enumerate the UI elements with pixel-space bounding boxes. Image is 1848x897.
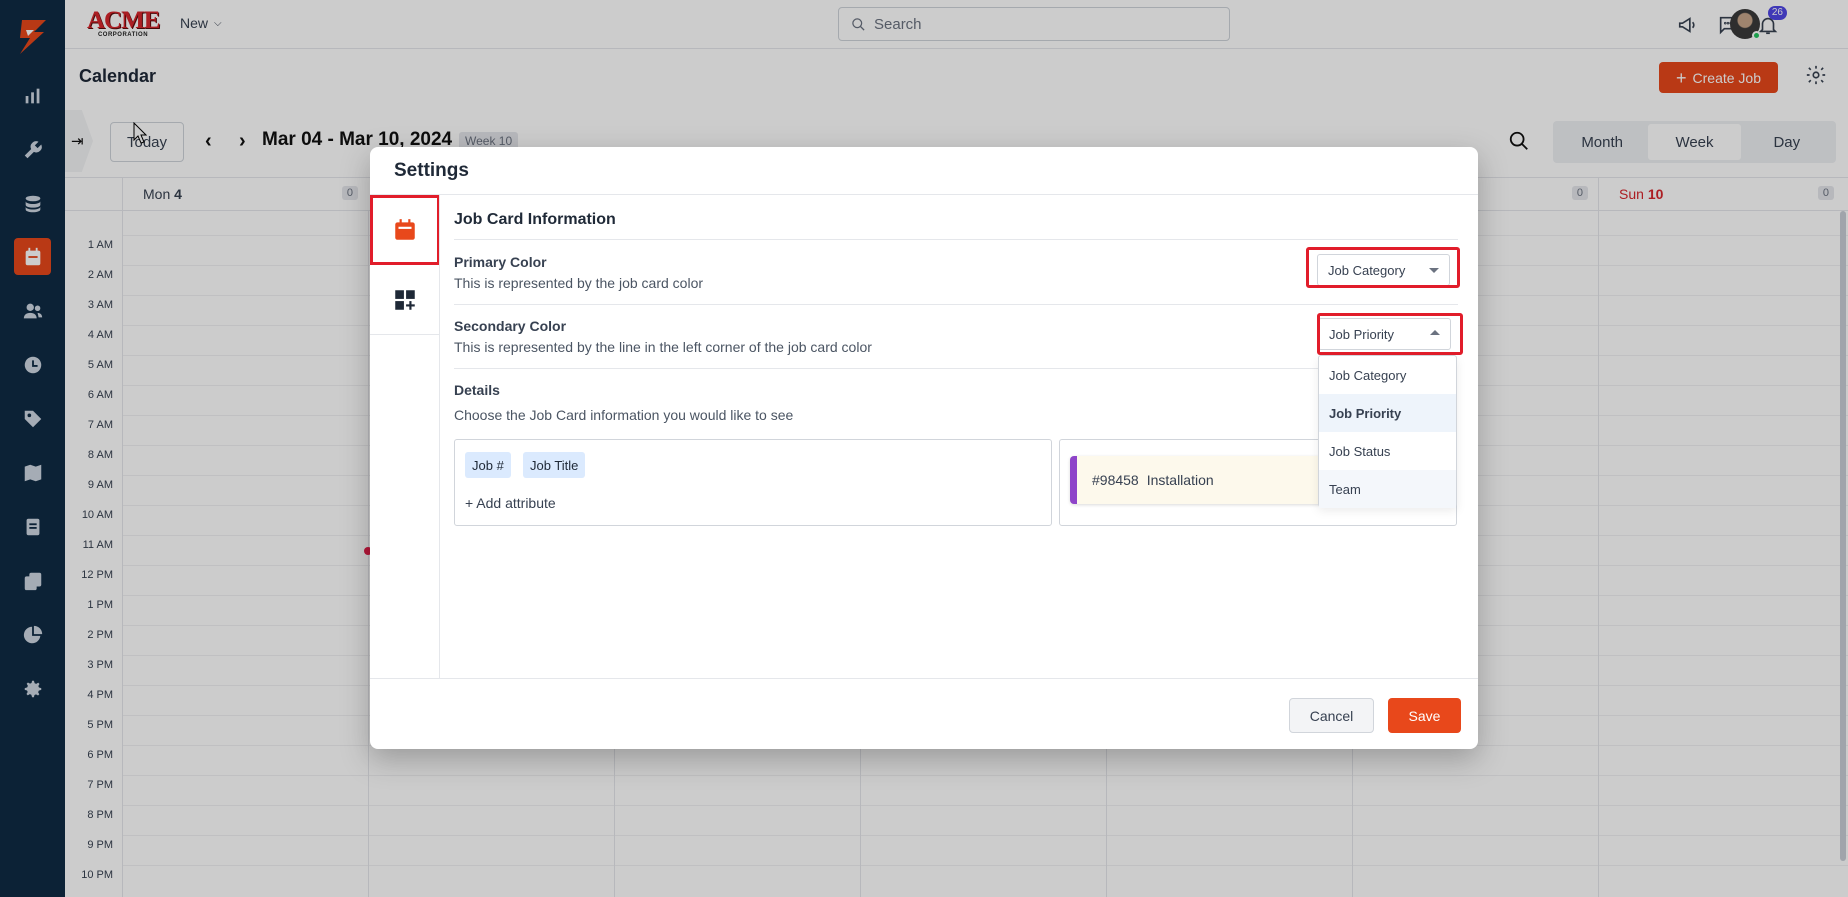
calendar-icon [395, 218, 415, 240]
secondary-color-desc: This is represented by the line in the l… [454, 339, 872, 355]
secondary-color-label: Secondary Color [454, 318, 567, 334]
details-label: Details [454, 382, 500, 398]
save-button[interactable]: Save [1388, 698, 1461, 733]
attribute-chip-job-title[interactable]: Job Title [523, 452, 586, 478]
secondary-color-dropdown: Job Category Job Priority Job Status Tea… [1318, 355, 1457, 508]
tab-job-card[interactable] [370, 195, 440, 265]
add-attribute-link[interactable]: + Add attribute [465, 495, 556, 511]
primary-color-desc: This is represented by the job card colo… [454, 275, 704, 291]
tab-widgets[interactable] [370, 265, 440, 335]
highlight-secondary [1317, 313, 1463, 355]
cancel-button[interactable]: Cancel [1289, 698, 1374, 733]
primary-color-label: Primary Color [454, 254, 547, 270]
highlight-primary [1306, 247, 1460, 288]
attribute-chip-job-number[interactable]: Job # [465, 452, 511, 478]
dashboard-add-icon [395, 289, 415, 310]
settings-modal: Settings Job Card Information Primary Co… [370, 147, 1478, 749]
dropdown-option-job-status[interactable]: Job Status [1319, 432, 1456, 470]
modal-title: Settings [394, 160, 469, 181]
attribute-box[interactable]: Job # Job Title + Add attribute [454, 439, 1052, 526]
dropdown-option-job-category[interactable]: Job Category [1319, 356, 1456, 394]
dropdown-option-job-priority[interactable]: Job Priority [1319, 394, 1456, 432]
section-title: Job Card Information [454, 211, 616, 228]
details-desc: Choose the Job Card information you woul… [454, 407, 794, 423]
dropdown-option-team[interactable]: Team [1319, 470, 1456, 508]
